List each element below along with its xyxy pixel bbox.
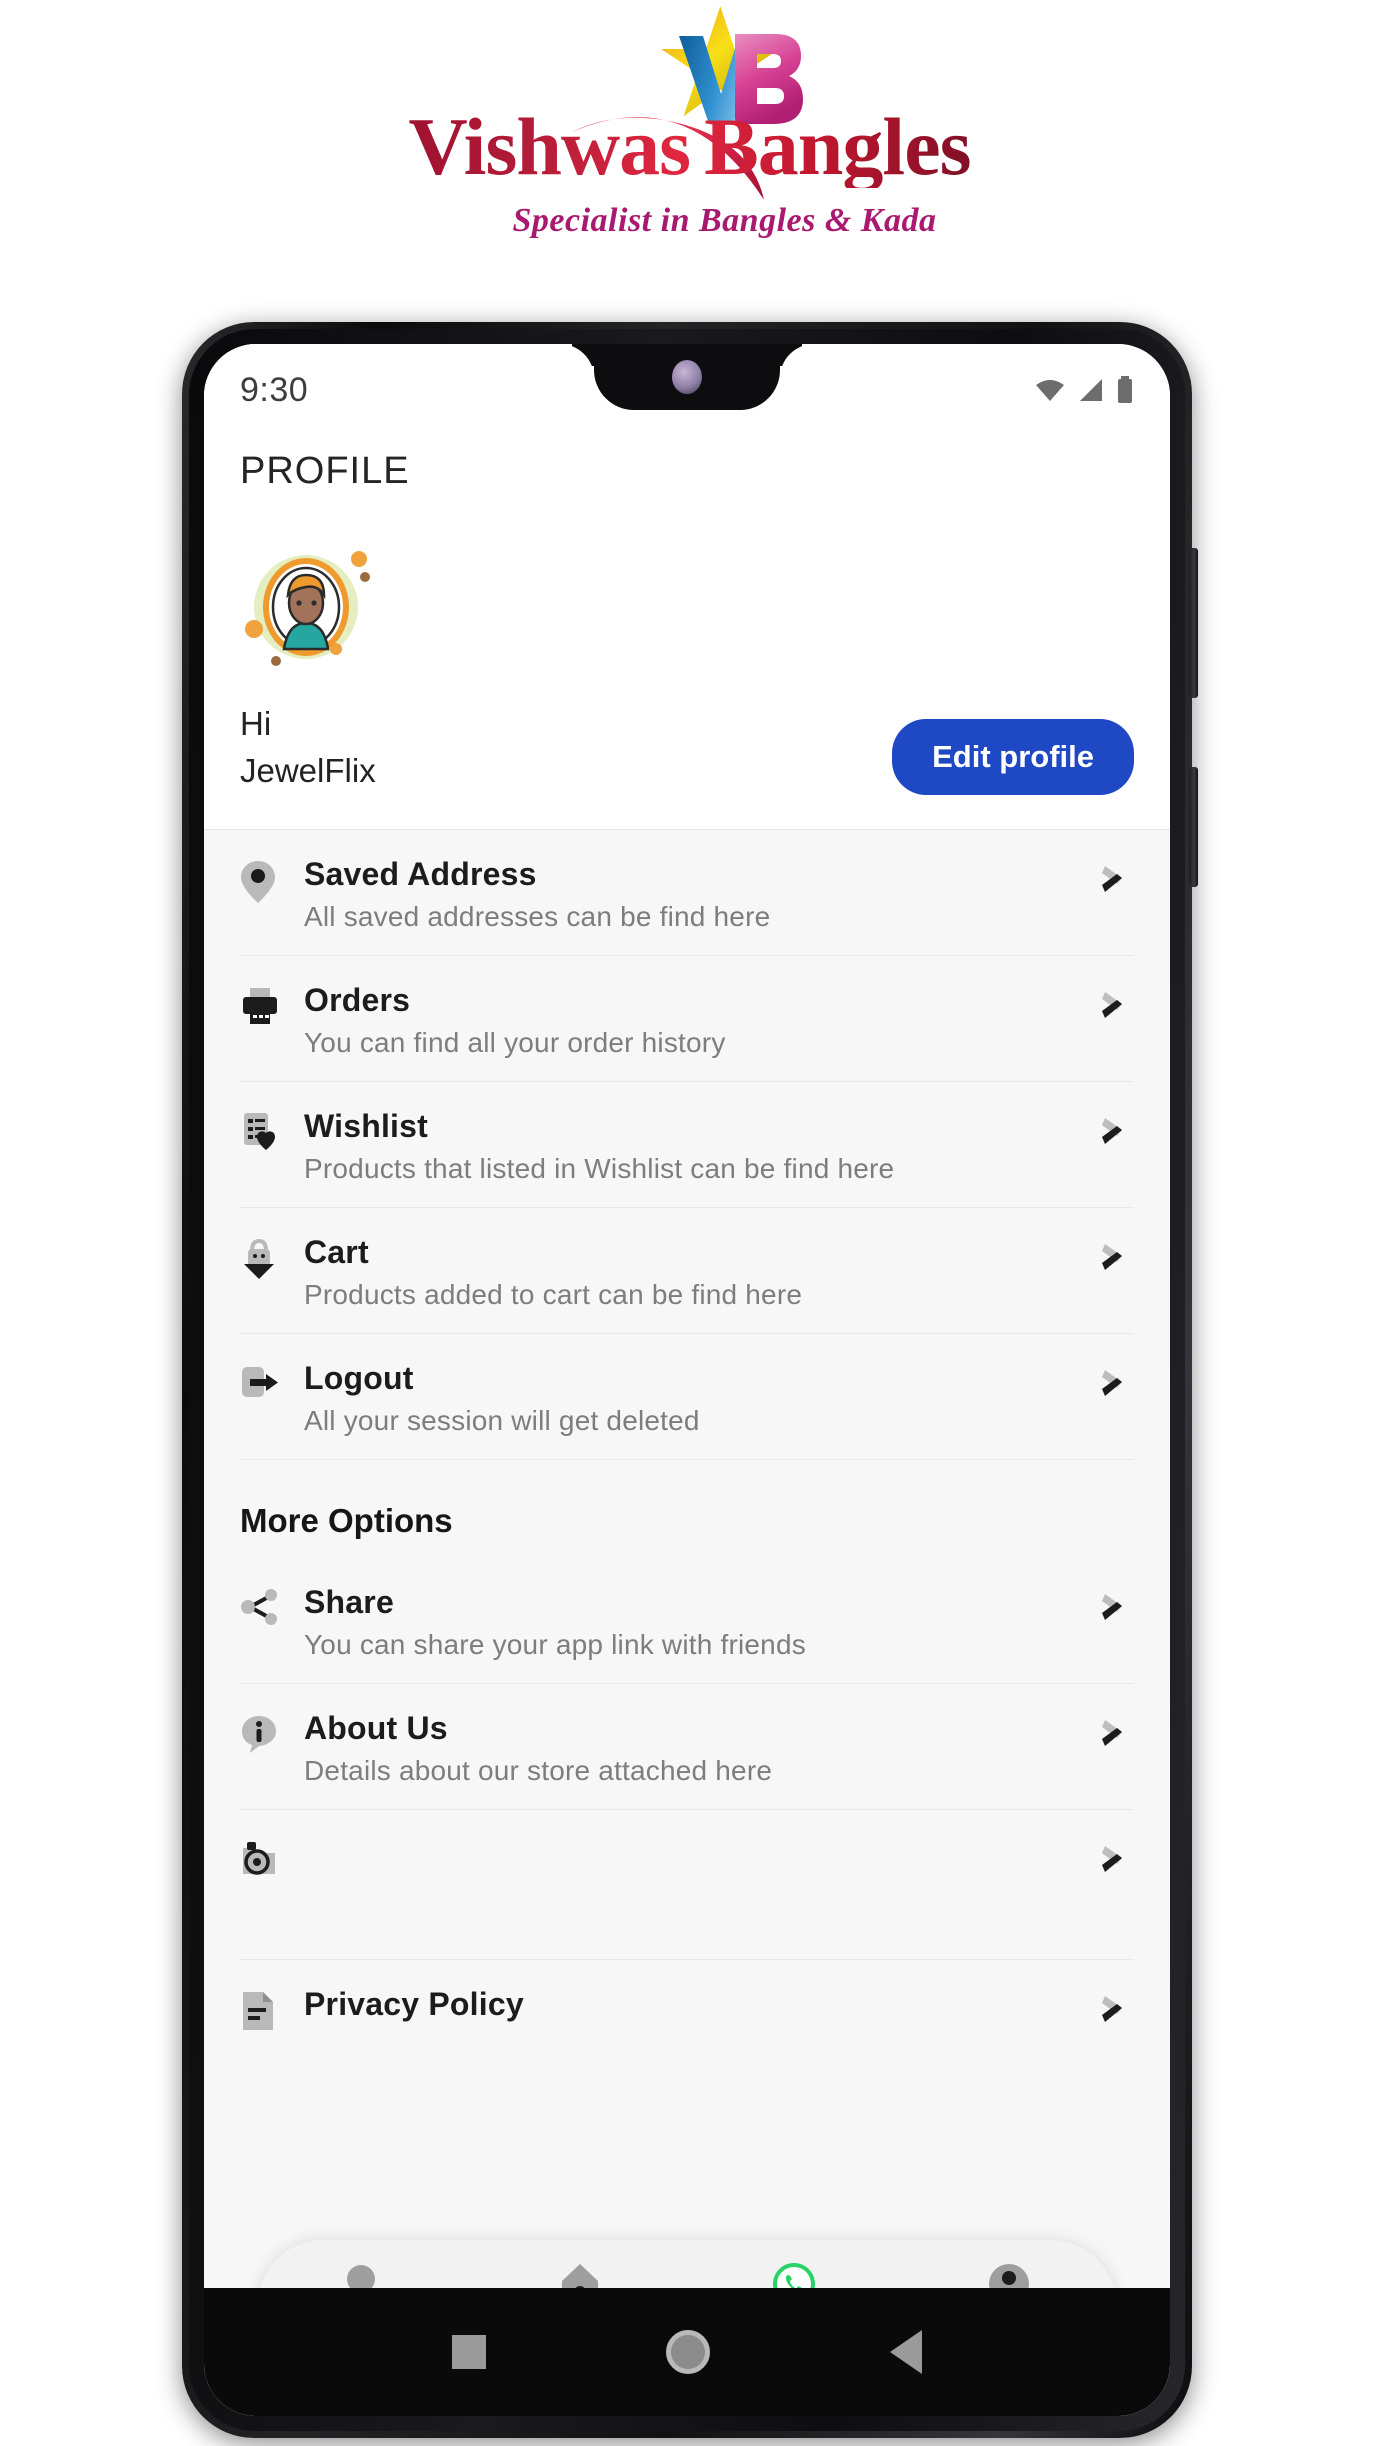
menu-item-text: Logout All your session will get deleted bbox=[304, 1360, 1078, 1437]
menu-item-cart[interactable]: Cart Products added to cart can be find … bbox=[240, 1208, 1134, 1334]
chevron-right-icon[interactable] bbox=[1100, 1710, 1134, 1755]
avatar[interactable] bbox=[240, 537, 378, 675]
menu-item-subtitle: All your session will get deleted bbox=[304, 1404, 700, 1436]
brand-name-part3: Bangles bbox=[704, 101, 971, 192]
menu-item-orders[interactable]: Orders You can find all your order histo… bbox=[240, 956, 1134, 1082]
chevron-right-icon[interactable] bbox=[1100, 982, 1134, 1027]
user-avatar-illustration-icon bbox=[245, 551, 370, 666]
menu-item-title: Orders bbox=[304, 981, 411, 1018]
menu-item-subtitle: Products that listed in Wishlist can be … bbox=[304, 1152, 895, 1184]
menu-item-wishlist[interactable]: Wishlist Products that listed in Wishlis… bbox=[240, 1082, 1134, 1208]
chevron-right-icon[interactable] bbox=[1100, 1836, 1134, 1881]
power-button[interactable] bbox=[1189, 548, 1198, 698]
android-navigation-bar bbox=[204, 2288, 1170, 2416]
menu-item-text: Share You can share your app link with f… bbox=[304, 1584, 1078, 1661]
brand-header: Vishwas Bangles Specialist in Bangles & K… bbox=[0, 0, 1379, 310]
menu-item-text: Orders You can find all your order histo… bbox=[304, 982, 1078, 1059]
profile-greeting-block: Hi JewelFlix bbox=[240, 701, 376, 795]
menu-item-privacy-policy[interactable]: Privacy Policy bbox=[240, 1960, 1134, 2059]
profile-info-row: Hi JewelFlix Edit profile bbox=[240, 701, 1134, 795]
share-nodes-icon bbox=[240, 1584, 282, 1631]
menu-item-contact-us[interactable] bbox=[240, 1810, 1134, 1960]
back-triangle-button[interactable] bbox=[890, 2330, 922, 2374]
chevron-right-icon[interactable] bbox=[1100, 1584, 1134, 1629]
chevron-right-icon[interactable] bbox=[1100, 856, 1134, 901]
phone-screen: 9:30 PROFILE Hi JewelFlix Edit profile S… bbox=[204, 344, 1170, 2416]
menu-item-title: About Us bbox=[304, 1709, 448, 1746]
menu-item-title: Saved Address bbox=[304, 855, 537, 892]
brand-name-part2: was bbox=[560, 101, 691, 192]
cellular-signal-icon bbox=[1080, 379, 1102, 401]
menu-item-title: Logout bbox=[304, 1359, 414, 1396]
recents-square-button[interactable] bbox=[452, 2335, 486, 2369]
profile-username: JewelFlix bbox=[240, 751, 376, 789]
info-bubble-icon bbox=[240, 1710, 282, 1759]
menu-item-subtitle: You can share your app link with friends bbox=[304, 1628, 806, 1660]
brand-logo: Vishwas Bangles Specialist in Bangles & K… bbox=[0, 0, 1379, 240]
chevron-right-icon[interactable] bbox=[1100, 1234, 1134, 1279]
logout-icon bbox=[240, 1360, 282, 1407]
menu-item-text: Privacy Policy bbox=[304, 1986, 1078, 2023]
page-title: PROFILE bbox=[204, 436, 1170, 493]
edit-profile-button[interactable]: Edit profile bbox=[892, 718, 1134, 795]
menu-item-text: Saved Address All saved addresses can be… bbox=[304, 856, 1078, 933]
shopping-bag-icon bbox=[240, 1234, 282, 1285]
wishlist-heart-icon bbox=[240, 1108, 282, 1159]
menu-item-title: Privacy Policy bbox=[304, 1985, 524, 2022]
menu-item-about-us[interactable]: About Us Details about our store attache… bbox=[240, 1684, 1134, 1810]
menu-item-text: Wishlist Products that listed in Wishlis… bbox=[304, 1108, 1078, 1185]
more-options-heading: More Options bbox=[240, 1501, 453, 1539]
orders-box-icon bbox=[240, 982, 282, 1031]
menu-item-subtitle: Details about our store attached here bbox=[304, 1754, 773, 1786]
home-circle-button[interactable] bbox=[666, 2330, 710, 2374]
menu-item-title: Cart bbox=[304, 1233, 369, 1270]
menu-item-title: Wishlist bbox=[304, 1107, 428, 1144]
menu-item-saved-address[interactable]: Saved Address All saved addresses can be… bbox=[240, 830, 1134, 956]
status-icons bbox=[1034, 376, 1134, 404]
phone-mockup: 9:30 PROFILE Hi JewelFlix Edit profile S… bbox=[182, 322, 1198, 2438]
menu-item-subtitle: You can find all your order history bbox=[304, 1026, 726, 1058]
menu-item-text: About Us Details about our store attache… bbox=[304, 1710, 1078, 1787]
chevron-right-icon[interactable] bbox=[1100, 1986, 1134, 2031]
contact-at-icon bbox=[240, 1836, 282, 1885]
brand-tagline: Specialist in Bangles & Kada bbox=[512, 202, 937, 239]
menu-item-text: Cart Products added to cart can be find … bbox=[304, 1234, 1078, 1311]
brand-wordmark: Vishwas Bangles bbox=[408, 106, 970, 188]
profile-card: Hi JewelFlix Edit profile bbox=[204, 493, 1170, 830]
profile-greeting: Hi bbox=[240, 705, 272, 742]
menu-list: Saved Address All saved addresses can be… bbox=[204, 829, 1170, 2059]
menu-item-share[interactable]: Share You can share your app link with f… bbox=[240, 1558, 1134, 1684]
brand-name-part1: Vish bbox=[408, 101, 561, 192]
menu-item-subtitle: Products added to cart can be find here bbox=[304, 1278, 803, 1310]
location-pin-icon bbox=[240, 856, 282, 909]
menu-item-subtitle: All saved addresses can be find here bbox=[304, 900, 771, 932]
front-camera-icon bbox=[672, 360, 702, 394]
wifi-icon bbox=[1036, 380, 1064, 401]
menu-item-text bbox=[304, 1836, 1078, 1844]
chevron-right-icon[interactable] bbox=[1100, 1360, 1134, 1405]
app-container: 9:30 PROFILE Hi JewelFlix Edit profile S… bbox=[204, 344, 1170, 2416]
status-clock: 9:30 bbox=[240, 370, 309, 409]
menu-item-title: Share bbox=[304, 1583, 394, 1620]
battery-icon bbox=[1118, 376, 1132, 403]
volume-button[interactable] bbox=[1189, 767, 1198, 887]
menu-item-logout[interactable]: Logout All your session will get deleted bbox=[240, 1334, 1134, 1460]
privacy-document-icon bbox=[240, 1986, 282, 2037]
chevron-right-icon[interactable] bbox=[1100, 1108, 1134, 1153]
